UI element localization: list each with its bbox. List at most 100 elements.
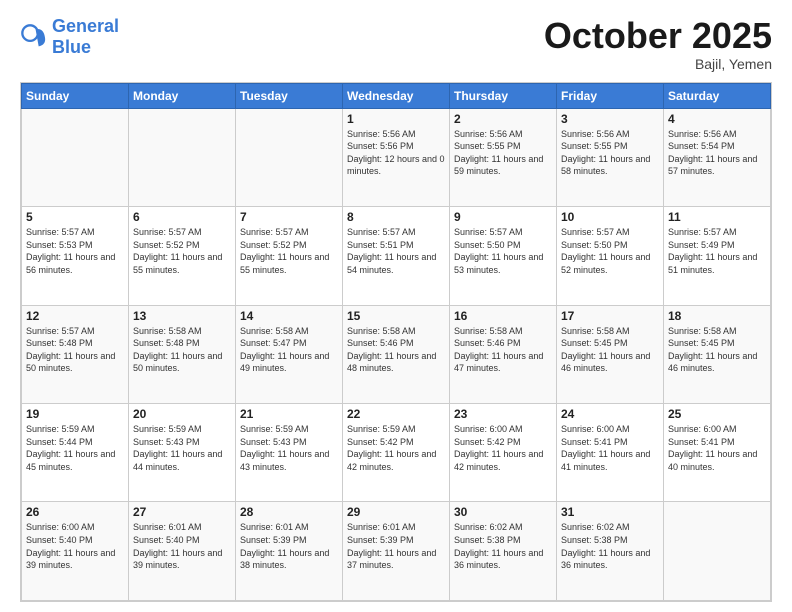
- day-info: Sunrise: 5:58 AMSunset: 5:46 PMDaylight:…: [347, 325, 445, 375]
- day-number: 25: [668, 407, 766, 421]
- day-number: 10: [561, 210, 659, 224]
- day-cell: 13Sunrise: 5:58 AMSunset: 5:48 PMDayligh…: [129, 305, 236, 403]
- day-number: 30: [454, 505, 552, 519]
- day-info: Sunrise: 5:57 AMSunset: 5:53 PMDaylight:…: [26, 226, 124, 276]
- day-info: Sunrise: 5:58 AMSunset: 5:48 PMDaylight:…: [133, 325, 231, 375]
- day-info: Sunrise: 6:01 AMSunset: 5:39 PMDaylight:…: [240, 521, 338, 571]
- day-cell: 4Sunrise: 5:56 AMSunset: 5:54 PMDaylight…: [664, 108, 771, 206]
- day-number: 28: [240, 505, 338, 519]
- day-cell: 25 Sunrise: 6:00 AMSunset: 5:41 PMDayligh…: [664, 404, 771, 502]
- week-row-3: 19 Sunrise: 5:59 AMSunset: 5:44 PMDayligh…: [22, 404, 771, 502]
- day-number: 17: [561, 309, 659, 323]
- day-number: 4: [668, 112, 766, 126]
- day-cell: 1 Sunrise: 5:56 AMSunset: 5:56 PMDaylight…: [343, 108, 450, 206]
- day-cell: 2 Sunrise: 5:56 AMSunset: 5:55 PMDaylight…: [450, 108, 557, 206]
- logo: General Blue: [20, 16, 119, 58]
- day-number: 16: [454, 309, 552, 323]
- day-number: 8: [347, 210, 445, 224]
- day-number: 24: [561, 407, 659, 421]
- logo-blue: Blue: [52, 37, 91, 57]
- header-saturday: Saturday: [664, 83, 771, 108]
- day-cell: 26 Sunrise: 6:00 AMSunset: 5:40 PMDayligh…: [22, 502, 129, 601]
- header-friday: Friday: [557, 83, 664, 108]
- day-number: 9: [454, 210, 552, 224]
- day-cell: 18Sunrise: 5:58 AMSunset: 5:45 PMDayligh…: [664, 305, 771, 403]
- day-info: Sunrise: 6:00 AMSunset: 5:41 PMDaylight:…: [668, 423, 766, 473]
- day-number: 27: [133, 505, 231, 519]
- header-monday: Monday: [129, 83, 236, 108]
- day-info: Sunrise: 6:01 AMSunset: 5:40 PMDaylight:…: [133, 521, 231, 571]
- day-number: 5: [26, 210, 124, 224]
- header-row: Sunday Monday Tuesday Wednesday Thursday…: [22, 83, 771, 108]
- day-cell: 6 Sunrise: 5:57 AMSunset: 5:52 PMDaylight…: [129, 207, 236, 305]
- day-number: 26: [26, 505, 124, 519]
- day-info: Sunrise: 5:59 AMSunset: 5:44 PMDaylight:…: [26, 423, 124, 473]
- day-number: 15: [347, 309, 445, 323]
- day-cell: 14Sunrise: 5:58 AMSunset: 5:47 PMDayligh…: [236, 305, 343, 403]
- day-cell: 29 Sunrise: 6:01 AMSunset: 5:39 PMDayligh…: [343, 502, 450, 601]
- day-cell: 23 Sunrise: 6:00 AMSunset: 5:42 PMDayligh…: [450, 404, 557, 502]
- day-cell: 28 Sunrise: 6:01 AMSunset: 5:39 PMDayligh…: [236, 502, 343, 601]
- day-number: 14: [240, 309, 338, 323]
- day-cell: 12Sunrise: 5:57 AMSunset: 5:48 PMDayligh…: [22, 305, 129, 403]
- day-info: Sunrise: 5:57 AMSunset: 5:49 PMDaylight:…: [668, 226, 766, 276]
- day-info: Sunrise: 5:59 AMSunset: 5:43 PMDaylight:…: [240, 423, 338, 473]
- day-number: 29: [347, 505, 445, 519]
- day-info: Sunrise: 5:56 AMSunset: 5:55 PMDaylight:…: [454, 128, 552, 178]
- day-number: 7: [240, 210, 338, 224]
- day-info: Sunrise: 5:56 AMSunset: 5:55 PMDaylight:…: [561, 128, 659, 178]
- day-cell: 30 Sunrise: 6:02 AMSunset: 5:38 PMDayligh…: [450, 502, 557, 601]
- week-row-4: 26 Sunrise: 6:00 AMSunset: 5:40 PMDayligh…: [22, 502, 771, 601]
- day-cell: [129, 108, 236, 206]
- day-info: Sunrise: 5:57 AMSunset: 5:48 PMDaylight:…: [26, 325, 124, 375]
- day-cell: 8Sunrise: 5:57 AMSunset: 5:51 PMDaylight…: [343, 207, 450, 305]
- day-info: Sunrise: 6:00 AMSunset: 5:41 PMDaylight:…: [561, 423, 659, 473]
- day-info: Sunrise: 5:57 AMSunset: 5:52 PMDaylight:…: [133, 226, 231, 276]
- header-wednesday: Wednesday: [343, 83, 450, 108]
- header-tuesday: Tuesday: [236, 83, 343, 108]
- day-number: 20: [133, 407, 231, 421]
- header-thursday: Thursday: [450, 83, 557, 108]
- day-cell: 24 Sunrise: 6:00 AMSunset: 5:41 PMDayligh…: [557, 404, 664, 502]
- day-number: 19: [26, 407, 124, 421]
- day-info: Sunrise: 6:00 AMSunset: 5:42 PMDaylight:…: [454, 423, 552, 473]
- day-cell: 3 Sunrise: 5:56 AMSunset: 5:55 PMDaylight…: [557, 108, 664, 206]
- day-number: 6: [133, 210, 231, 224]
- day-cell: [22, 108, 129, 206]
- day-cell: [664, 502, 771, 601]
- day-cell: 21Sunrise: 5:59 AMSunset: 5:43 PMDayligh…: [236, 404, 343, 502]
- logo-icon: [20, 23, 48, 51]
- month-title: October 2025: [544, 16, 772, 56]
- day-number: 23: [454, 407, 552, 421]
- day-cell: 5 Sunrise: 5:57 AMSunset: 5:53 PMDaylight…: [22, 207, 129, 305]
- day-cell: 27 Sunrise: 6:01 AMSunset: 5:40 PMDayligh…: [129, 502, 236, 601]
- day-number: 3: [561, 112, 659, 126]
- day-info: Sunrise: 6:00 AMSunset: 5:40 PMDaylight:…: [26, 521, 124, 571]
- day-number: 1: [347, 112, 445, 126]
- day-info: Sunrise: 5:59 AMSunset: 5:42 PMDaylight:…: [347, 423, 445, 473]
- day-info: Sunrise: 6:01 AMSunset: 5:39 PMDaylight:…: [347, 521, 445, 571]
- day-info: Sunrise: 6:02 AMSunset: 5:38 PMDaylight:…: [561, 521, 659, 571]
- day-info: Sunrise: 5:57 AMSunset: 5:52 PMDaylight:…: [240, 226, 338, 276]
- week-row-0: 1 Sunrise: 5:56 AMSunset: 5:56 PMDaylight…: [22, 108, 771, 206]
- logo-text: General Blue: [52, 16, 119, 58]
- day-info: Sunrise: 5:58 AMSunset: 5:45 PMDaylight:…: [561, 325, 659, 375]
- day-number: 2: [454, 112, 552, 126]
- day-cell: 31Sunrise: 6:02 AMSunset: 5:38 PMDayligh…: [557, 502, 664, 601]
- day-cell: 22 Sunrise: 5:59 AMSunset: 5:42 PMDayligh…: [343, 404, 450, 502]
- header-sunday: Sunday: [22, 83, 129, 108]
- logo-general: General: [52, 16, 119, 36]
- calendar-header: Sunday Monday Tuesday Wednesday Thursday…: [22, 83, 771, 108]
- day-info: Sunrise: 5:56 AMSunset: 5:56 PMDaylight:…: [347, 128, 445, 178]
- calendar: Sunday Monday Tuesday Wednesday Thursday…: [20, 82, 772, 602]
- day-cell: 7 Sunrise: 5:57 AMSunset: 5:52 PMDaylight…: [236, 207, 343, 305]
- day-info: Sunrise: 5:59 AMSunset: 5:43 PMDaylight:…: [133, 423, 231, 473]
- day-info: Sunrise: 5:57 AMSunset: 5:50 PMDaylight:…: [454, 226, 552, 276]
- day-cell: 16 Sunrise: 5:58 AMSunset: 5:46 PMDayligh…: [450, 305, 557, 403]
- day-info: Sunrise: 5:58 AMSunset: 5:46 PMDaylight:…: [454, 325, 552, 375]
- day-cell: 20 Sunrise: 5:59 AMSunset: 5:43 PMDayligh…: [129, 404, 236, 502]
- day-info: Sunrise: 6:02 AMSunset: 5:38 PMDaylight:…: [454, 521, 552, 571]
- day-number: 22: [347, 407, 445, 421]
- header: General Blue October 2025 Bajil, Yemen: [20, 16, 772, 72]
- day-cell: 9 Sunrise: 5:57 AMSunset: 5:50 PMDaylight…: [450, 207, 557, 305]
